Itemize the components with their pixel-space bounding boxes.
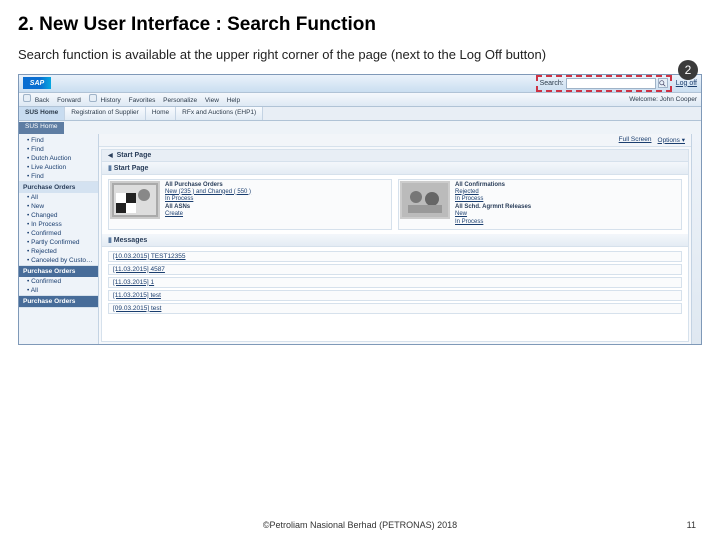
app-header: SAP Search: Log off [19,75,701,93]
message-item[interactable]: [09.03.2015] test [108,303,682,314]
card-link[interactable]: In Process [455,219,531,227]
card-image-icon [400,181,450,219]
content-area: Full Screen Options ▾ Start Page Start P… [99,134,691,344]
card-title: All ASNs [165,204,251,210]
sap-app-window: SAP Search: Log off Back Forw [18,74,702,345]
menu-forward[interactable]: Forward [57,97,81,104]
slide-subtitle: Search function is available at the uppe… [18,46,702,64]
sidebar-item[interactable]: All [19,193,98,202]
sidebar-item[interactable]: Find [19,172,98,181]
options-link[interactable]: Options ▾ [658,136,685,144]
copyright-text: ©Petroliam Nasional Berhad (PETRONAS) 20… [263,520,457,530]
nav-back-icon[interactable] [23,94,31,102]
card-image-icon [110,181,160,219]
message-item[interactable]: [10.03.2015] TEST12355 [108,251,682,262]
menu-personalize[interactable]: Personalize [163,97,197,104]
welcome-text: Welcome: John Cooper [629,96,697,103]
fullscreen-link[interactable]: Full Screen [619,136,652,144]
messages-header: Messages [102,234,688,247]
sidebar-item[interactable]: Dutch Auction [19,154,98,163]
sidebar-item[interactable]: Confirmed [19,277,98,286]
message-item[interactable]: [11.03.2015] 1 [108,277,682,288]
sidebar-item[interactable]: Live Auction [19,163,98,172]
start-page-header: Start Page [102,150,688,162]
card-link[interactable]: In Process [455,196,531,204]
vertical-scrollbar[interactable] [691,134,701,344]
tab-registration[interactable]: Registration of Supplier [65,107,146,120]
card-conf: All Confirmations Rejected In Process Al… [398,179,682,230]
logoff-link[interactable]: Log off [676,80,697,87]
sidebar-item[interactable]: Rejected [19,247,98,256]
sidebar-item[interactable]: New [19,202,98,211]
sidebar-item[interactable]: Canceled by Customer [19,256,98,265]
search-icon[interactable] [658,78,668,88]
message-item[interactable]: [11.03.2015] 4587 [108,264,682,275]
sidebar-item[interactable]: Changed [19,211,98,220]
main-tabs: SUS Home Registration of Supplier Home R… [19,107,701,121]
card-link[interactable]: New [455,211,531,219]
card-title: All Purchase Orders [165,182,251,188]
callout-badge: 2 [678,60,698,80]
search-input[interactable] [566,78,656,89]
sidebar-header-po2[interactable]: Purchase Orders [19,266,98,277]
app-body: Find Find Dutch Auction Live Auction Fin… [19,134,701,344]
sidebar-item[interactable]: In Process [19,220,98,229]
tab-sus-home[interactable]: SUS Home [19,107,65,120]
sidebar-header-po3[interactable]: Purchase Orders [19,296,98,307]
card-link[interactable]: New (235 ) and Changed ( 550 ) [165,189,251,197]
sap-logo: SAP [23,77,51,89]
subtab-sus-home[interactable]: SUS Home [19,122,64,134]
menu-view[interactable]: View [205,97,219,104]
nav-fwd-icon[interactable] [89,94,97,102]
card-title: All Schd. Agrmnt Releases [455,204,531,210]
sidebar-item[interactable]: Partly Confirmed [19,238,98,247]
search-label: Search: [540,80,564,87]
sidebar-item[interactable]: All [19,286,98,295]
slide-title: 2. New User Interface : Search Function [18,14,702,36]
menu-history[interactable]: History [101,97,121,104]
menu-back[interactable]: Back [35,97,49,104]
menu-bar: Back Forward History Favorites Personali… [19,93,701,107]
card-link[interactable]: In Process [165,196,251,204]
card-link[interactable]: Create [165,211,251,219]
sidebar-item[interactable]: Confirmed [19,229,98,238]
message-item[interactable]: [11.03.2015] test [108,290,682,301]
tab-home[interactable]: Home [146,107,176,120]
slide-footer: ©Petroliam Nasional Berhad (PETRONAS) 20… [0,520,720,530]
sidebar-item[interactable]: Find [19,145,98,154]
sidebar: Find Find Dutch Auction Live Auction Fin… [19,134,99,344]
menu-help[interactable]: Help [227,97,240,104]
card-po: All Purchase Orders New (235 ) and Chang… [108,179,392,230]
tab-rfx[interactable]: RFx and Auctions (EHP1) [176,107,263,120]
sidebar-header-po[interactable]: Purchase Orders [19,182,98,193]
card-link[interactable]: Rejected [455,189,531,197]
search-highlight-box: Search: [536,75,672,92]
menu-favorites[interactable]: Favorites [129,97,156,104]
page-number: 11 [687,520,696,530]
card-title: All Confirmations [455,182,531,188]
start-page-panel: Start Page [102,162,688,175]
sidebar-item[interactable]: Find [19,136,98,145]
